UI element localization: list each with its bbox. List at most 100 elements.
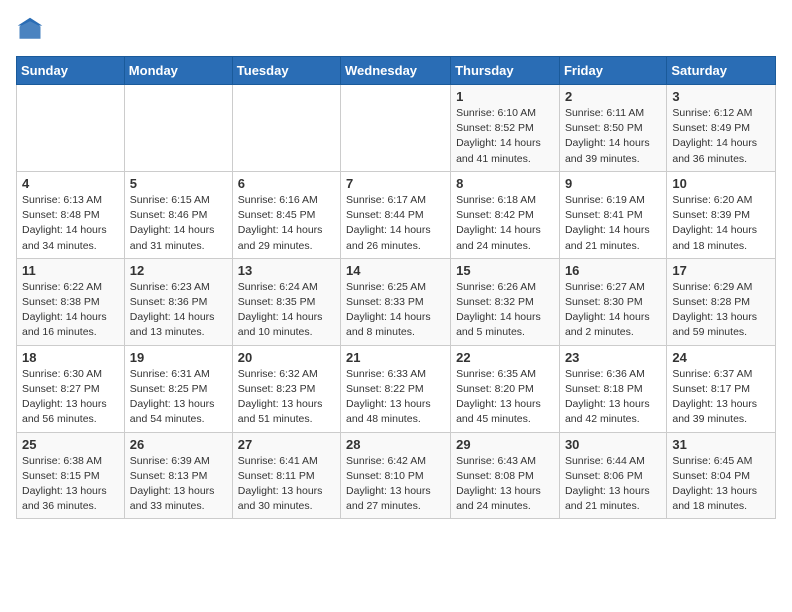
day-info: Sunrise: 6:11 AM Sunset: 8:50 PM Dayligh… xyxy=(565,106,661,167)
calendar-week-row: 4 Sunrise: 6:13 AM Sunset: 8:48 PM Daylig… xyxy=(17,171,776,258)
day-info: Sunrise: 6:45 AM Sunset: 8:04 PM Dayligh… xyxy=(672,454,770,515)
calendar-week-row: 25 Sunrise: 6:38 AM Sunset: 8:15 PM Dayli… xyxy=(17,432,776,519)
day-info: Sunrise: 6:35 AM Sunset: 8:20 PM Dayligh… xyxy=(456,367,554,428)
day-info: Sunrise: 6:23 AM Sunset: 8:36 PM Dayligh… xyxy=(130,280,227,341)
day-number: 21 xyxy=(346,350,445,365)
calendar-cell: 30 Sunrise: 6:44 AM Sunset: 8:06 PM Dayli… xyxy=(559,432,666,519)
day-info: Sunrise: 6:22 AM Sunset: 8:38 PM Dayligh… xyxy=(22,280,119,341)
calendar-cell: 10 Sunrise: 6:20 AM Sunset: 8:39 PM Dayli… xyxy=(667,171,776,258)
day-number: 11 xyxy=(22,263,119,278)
day-info: Sunrise: 6:39 AM Sunset: 8:13 PM Dayligh… xyxy=(130,454,227,515)
day-number: 3 xyxy=(672,89,770,104)
day-number: 1 xyxy=(456,89,554,104)
day-info: Sunrise: 6:43 AM Sunset: 8:08 PM Dayligh… xyxy=(456,454,554,515)
calendar-cell: 18Sunrise: 6:30 AM Sunset: 8:27 PM Dayli… xyxy=(17,345,125,432)
calendar-header-row: SundayMondayTuesdayWednesdayThursdayFrid… xyxy=(17,57,776,85)
day-of-week-header: Tuesday xyxy=(232,57,340,85)
day-info: Sunrise: 6:38 AM Sunset: 8:15 PM Dayligh… xyxy=(22,454,119,515)
day-info: Sunrise: 6:26 AM Sunset: 8:32 PM Dayligh… xyxy=(456,280,554,341)
day-of-week-header: Saturday xyxy=(667,57,776,85)
day-info: Sunrise: 6:13 AM Sunset: 8:48 PM Dayligh… xyxy=(22,193,119,254)
day-number: 22 xyxy=(456,350,554,365)
day-number: 19 xyxy=(130,350,227,365)
day-number: 29 xyxy=(456,437,554,452)
day-number: 30 xyxy=(565,437,661,452)
day-number: 20 xyxy=(238,350,335,365)
day-number: 9 xyxy=(565,176,661,191)
day-number: 27 xyxy=(238,437,335,452)
day-info: Sunrise: 6:16 AM Sunset: 8:45 PM Dayligh… xyxy=(238,193,335,254)
calendar-cell: 21 Sunrise: 6:33 AM Sunset: 8:22 PM Dayli… xyxy=(341,345,451,432)
day-info: Sunrise: 6:32 AM Sunset: 8:23 PM Dayligh… xyxy=(238,367,335,428)
calendar-cell: 8 Sunrise: 6:18 AM Sunset: 8:42 PM Daylig… xyxy=(451,171,560,258)
calendar-cell: 7 Sunrise: 6:17 AM Sunset: 8:44 PM Daylig… xyxy=(341,171,451,258)
day-info: Sunrise: 6:37 AM Sunset: 8:17 PM Dayligh… xyxy=(672,367,770,428)
calendar-cell xyxy=(124,85,232,172)
day-number: 12 xyxy=(130,263,227,278)
day-info: Sunrise: 6:18 AM Sunset: 8:42 PM Dayligh… xyxy=(456,193,554,254)
calendar-cell: 29 Sunrise: 6:43 AM Sunset: 8:08 PM Dayli… xyxy=(451,432,560,519)
day-number: 10 xyxy=(672,176,770,191)
calendar-cell: 3 Sunrise: 6:12 AM Sunset: 8:49 PM Daylig… xyxy=(667,85,776,172)
day-number: 28 xyxy=(346,437,445,452)
calendar-cell: 1 Sunrise: 6:10 AM Sunset: 8:52 PM Daylig… xyxy=(451,85,560,172)
day-info: Sunrise: 6:17 AM Sunset: 8:44 PM Dayligh… xyxy=(346,193,445,254)
calendar-cell: 31 Sunrise: 6:45 AM Sunset: 8:04 PM Dayli… xyxy=(667,432,776,519)
day-number: 23 xyxy=(565,350,661,365)
day-number: 4 xyxy=(22,176,119,191)
calendar-cell xyxy=(17,85,125,172)
calendar-cell: 4 Sunrise: 6:13 AM Sunset: 8:48 PM Daylig… xyxy=(17,171,125,258)
day-info: Sunrise: 6:41 AM Sunset: 8:11 PM Dayligh… xyxy=(238,454,335,515)
day-number: 6 xyxy=(238,176,335,191)
calendar-cell: 2 Sunrise: 6:11 AM Sunset: 8:50 PM Daylig… xyxy=(559,85,666,172)
calendar-cell: 15 Sunrise: 6:26 AM Sunset: 8:32 PM Dayli… xyxy=(451,258,560,345)
calendar-body: 1 Sunrise: 6:10 AM Sunset: 8:52 PM Daylig… xyxy=(17,85,776,519)
calendar-cell: 9 Sunrise: 6:19 AM Sunset: 8:41 PM Daylig… xyxy=(559,171,666,258)
day-number: 31 xyxy=(672,437,770,452)
day-number: 13 xyxy=(238,263,335,278)
calendar-cell xyxy=(232,85,340,172)
calendar-cell: 16Sunrise: 6:27 AM Sunset: 8:30 PM Dayli… xyxy=(559,258,666,345)
day-info: Sunrise: 6:44 AM Sunset: 8:06 PM Dayligh… xyxy=(565,454,661,515)
day-info: Sunrise: 6:31 AM Sunset: 8:25 PM Dayligh… xyxy=(130,367,227,428)
calendar-cell: 11 Sunrise: 6:22 AM Sunset: 8:38 PM Dayli… xyxy=(17,258,125,345)
day-info: Sunrise: 6:27 AM Sunset: 8:30 PM Dayligh… xyxy=(565,280,661,341)
calendar-cell: 14 Sunrise: 6:25 AM Sunset: 8:33 PM Dayli… xyxy=(341,258,451,345)
calendar-cell: 17 Sunrise: 6:29 AM Sunset: 8:28 PM Dayli… xyxy=(667,258,776,345)
day-info: Sunrise: 6:25 AM Sunset: 8:33 PM Dayligh… xyxy=(346,280,445,341)
calendar-cell: 26 Sunrise: 6:39 AM Sunset: 8:13 PM Dayli… xyxy=(124,432,232,519)
calendar-cell: 27 Sunrise: 6:41 AM Sunset: 8:11 PM Dayli… xyxy=(232,432,340,519)
day-info: Sunrise: 6:20 AM Sunset: 8:39 PM Dayligh… xyxy=(672,193,770,254)
day-info: Sunrise: 6:15 AM Sunset: 8:46 PM Dayligh… xyxy=(130,193,227,254)
day-of-week-header: Friday xyxy=(559,57,666,85)
day-number: 18 xyxy=(22,350,119,365)
calendar-cell: 22 Sunrise: 6:35 AM Sunset: 8:20 PM Dayli… xyxy=(451,345,560,432)
calendar-cell: 20 Sunrise: 6:32 AM Sunset: 8:23 PM Dayli… xyxy=(232,345,340,432)
day-info: Sunrise: 6:12 AM Sunset: 8:49 PM Dayligh… xyxy=(672,106,770,167)
calendar-week-row: 1 Sunrise: 6:10 AM Sunset: 8:52 PM Daylig… xyxy=(17,85,776,172)
day-number: 25 xyxy=(22,437,119,452)
calendar-cell: 24 Sunrise: 6:37 AM Sunset: 8:17 PM Dayli… xyxy=(667,345,776,432)
calendar-week-row: 18Sunrise: 6:30 AM Sunset: 8:27 PM Dayli… xyxy=(17,345,776,432)
header xyxy=(16,16,776,44)
logo-icon xyxy=(16,16,44,44)
calendar-cell: 28 Sunrise: 6:42 AM Sunset: 8:10 PM Dayli… xyxy=(341,432,451,519)
calendar-week-row: 11 Sunrise: 6:22 AM Sunset: 8:38 PM Dayli… xyxy=(17,258,776,345)
day-info: Sunrise: 6:36 AM Sunset: 8:18 PM Dayligh… xyxy=(565,367,661,428)
day-number: 24 xyxy=(672,350,770,365)
day-info: Sunrise: 6:10 AM Sunset: 8:52 PM Dayligh… xyxy=(456,106,554,167)
day-number: 14 xyxy=(346,263,445,278)
day-number: 2 xyxy=(565,89,661,104)
day-number: 8 xyxy=(456,176,554,191)
day-info: Sunrise: 6:19 AM Sunset: 8:41 PM Dayligh… xyxy=(565,193,661,254)
day-info: Sunrise: 6:29 AM Sunset: 8:28 PM Dayligh… xyxy=(672,280,770,341)
day-of-week-header: Monday xyxy=(124,57,232,85)
day-number: 15 xyxy=(456,263,554,278)
day-info: Sunrise: 6:42 AM Sunset: 8:10 PM Dayligh… xyxy=(346,454,445,515)
day-info: Sunrise: 6:33 AM Sunset: 8:22 PM Dayligh… xyxy=(346,367,445,428)
calendar-cell: 5Sunrise: 6:15 AM Sunset: 8:46 PM Daylig… xyxy=(124,171,232,258)
calendar-cell: 6 Sunrise: 6:16 AM Sunset: 8:45 PM Daylig… xyxy=(232,171,340,258)
day-number: 26 xyxy=(130,437,227,452)
day-number: 7 xyxy=(346,176,445,191)
day-number: 17 xyxy=(672,263,770,278)
